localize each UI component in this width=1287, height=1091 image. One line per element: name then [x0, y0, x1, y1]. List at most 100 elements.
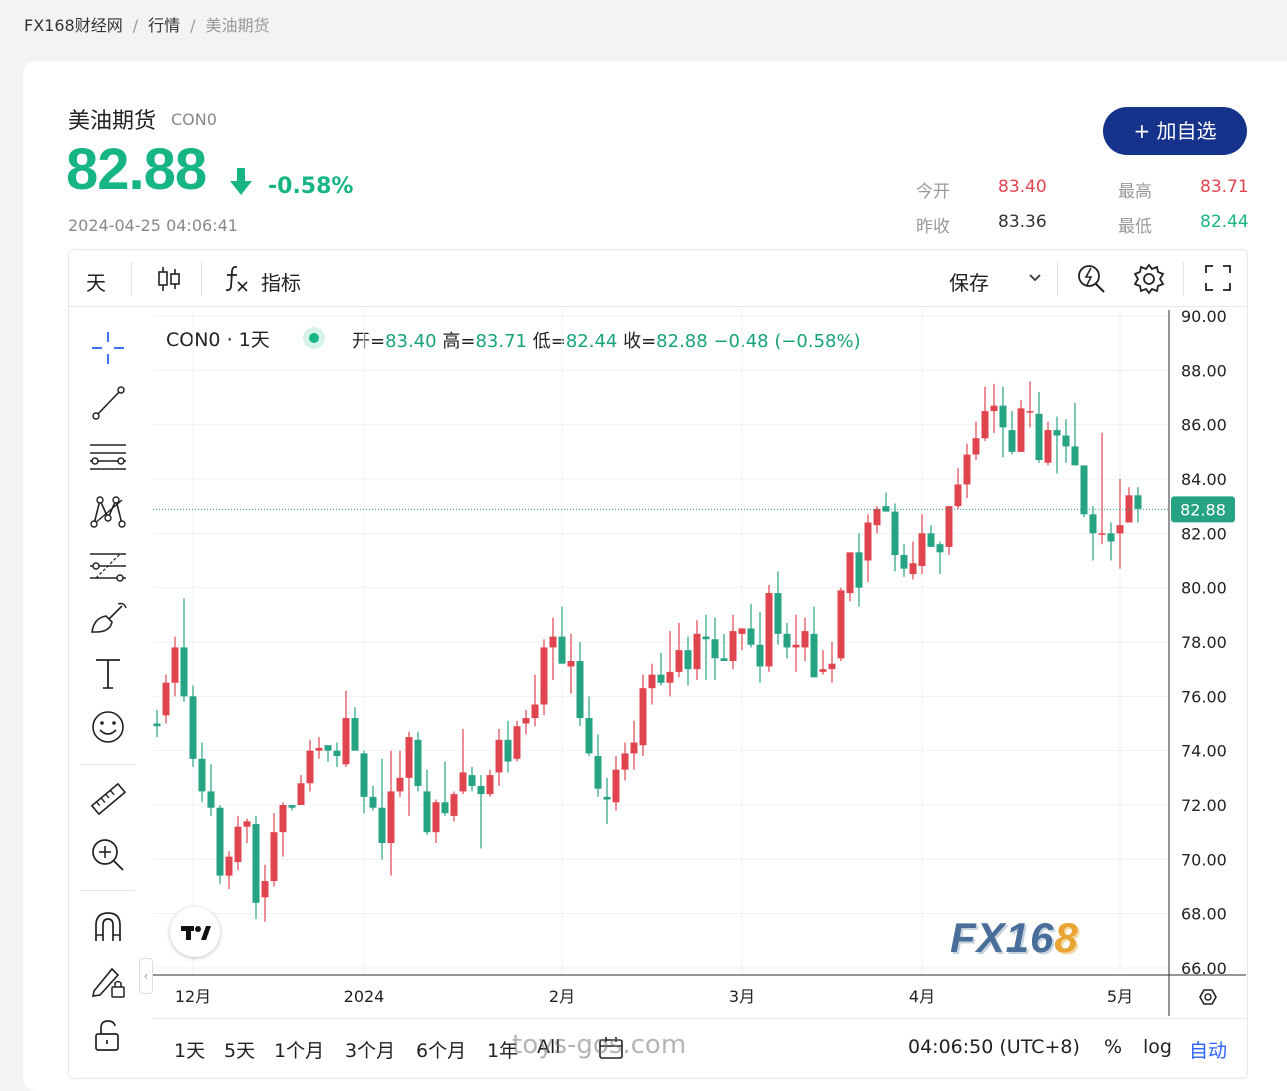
- x-tick-label: 4月: [909, 987, 935, 1006]
- x-tick-label: 12月: [175, 987, 211, 1006]
- candle: [288, 805, 296, 811]
- add-watchlist-button[interactable]: + 加自选: [1103, 107, 1247, 155]
- candle: [918, 514, 926, 575]
- tradingview-logo-icon: [181, 926, 211, 940]
- candle: [531, 674, 539, 727]
- range-1m[interactable]: 1个月: [274, 1036, 324, 1063]
- toolbar-divider: [80, 890, 135, 891]
- candle: [1107, 522, 1115, 561]
- candle: [1125, 487, 1133, 523]
- breadcrumb-home[interactable]: FX168财经网: [24, 16, 123, 35]
- x-tick-label: 5月: [1107, 987, 1133, 1006]
- range-5d[interactable]: 5天: [224, 1036, 255, 1063]
- candle: [612, 756, 620, 811]
- x-tick-label: 2024: [344, 987, 385, 1006]
- breadcrumb-market[interactable]: 行情: [148, 16, 180, 35]
- y-tick-label: 70.00: [1181, 850, 1227, 869]
- y-tick-label: 74.00: [1181, 742, 1227, 761]
- candle: [963, 443, 971, 499]
- unlock-icon[interactable]: [88, 1016, 128, 1056]
- bottom-bar-divider: [153, 1018, 1246, 1019]
- candle: [594, 734, 602, 797]
- candle: [738, 628, 746, 651]
- toolbar-divider: [131, 262, 132, 296]
- candle: [468, 766, 476, 792]
- candle: [1098, 432, 1106, 545]
- percent-scale-toggle[interactable]: %: [1104, 1036, 1122, 1058]
- candle: [432, 799, 440, 844]
- toolbar-divider-line: [69, 306, 1246, 307]
- candle: [765, 584, 773, 672]
- brush-icon[interactable]: [88, 600, 128, 640]
- candle: [306, 739, 314, 792]
- auto-scale-toggle[interactable]: 自动: [1189, 1036, 1227, 1063]
- candle: [702, 614, 710, 681]
- fx168-logo-text: FX16: [950, 914, 1055, 961]
- candle-type-icon[interactable]: [156, 265, 182, 293]
- candle: [171, 636, 179, 697]
- candle: [666, 631, 674, 697]
- magnet-icon[interactable]: [88, 907, 128, 947]
- candle: [630, 720, 638, 770]
- candle: [279, 802, 287, 857]
- range-6m[interactable]: 6个月: [416, 1036, 466, 1063]
- candle: [846, 552, 854, 602]
- toolbar-divider: [1183, 262, 1184, 296]
- indicators-button[interactable]: 指标: [261, 267, 301, 296]
- candle: [540, 639, 548, 716]
- tradingview-logo[interactable]: [170, 907, 220, 957]
- y-tick-label: 88.00: [1181, 361, 1227, 380]
- pattern-icon[interactable]: [88, 492, 128, 532]
- text-icon[interactable]: [88, 654, 128, 694]
- candle: [270, 813, 278, 887]
- crosshair-icon[interactable]: [88, 328, 128, 368]
- quote-timestamp: 2024-04-25 04:06:41: [68, 216, 238, 235]
- interval-button[interactable]: 天: [86, 267, 106, 296]
- ruler-icon[interactable]: [88, 780, 128, 820]
- horizontal-lines-icon[interactable]: [88, 437, 128, 477]
- range-1d[interactable]: 1天: [174, 1036, 205, 1063]
- candlestick-chart[interactable]: 66.0068.0070.0072.0074.0076.0078.0080.00…: [153, 310, 1246, 1016]
- clock[interactable]: 04:06:50 (UTC+8): [908, 1036, 1080, 1058]
- candle: [774, 571, 782, 645]
- chevron-down-icon[interactable]: [1027, 272, 1043, 284]
- range-3m[interactable]: 3个月: [345, 1036, 395, 1063]
- candle: [549, 617, 557, 681]
- quick-search-icon[interactable]: [1076, 262, 1108, 294]
- candle: [207, 764, 215, 816]
- candle: [1044, 421, 1052, 466]
- candle: [585, 696, 593, 757]
- axis-settings-icon[interactable]: [1199, 989, 1217, 1005]
- candle: [333, 742, 341, 767]
- candle: [1071, 402, 1079, 466]
- save-button[interactable]: 保存: [949, 267, 989, 296]
- candle: [243, 818, 251, 844]
- candle: [225, 851, 233, 890]
- fib-retracement-icon[interactable]: [88, 546, 128, 586]
- collapse-toolbar-button[interactable]: ‹: [139, 958, 153, 994]
- candle: [486, 769, 494, 797]
- gear-icon[interactable]: [1133, 263, 1165, 295]
- candle: [675, 622, 683, 678]
- axis-settings-icon-center: [1204, 993, 1212, 1001]
- trend-line-icon[interactable]: [88, 383, 128, 423]
- toolbar-divider: [201, 262, 202, 296]
- fullscreen-icon[interactable]: [1204, 264, 1232, 292]
- emoji-icon[interactable]: [88, 707, 128, 747]
- high-value: 83.71: [1200, 177, 1249, 197]
- toolbar-divider: [80, 764, 135, 765]
- candle: [810, 606, 818, 678]
- candle: [162, 674, 170, 724]
- candle: [864, 514, 872, 583]
- instrument-name: 美油期货: [68, 109, 157, 134]
- candle: [801, 617, 809, 662]
- instrument-code: CON0: [171, 110, 217, 129]
- zoom-in-icon[interactable]: [88, 834, 128, 874]
- prev-close-label: 昨收: [916, 217, 950, 237]
- lock-drawings-icon[interactable]: [88, 961, 128, 1001]
- function-icon[interactable]: [223, 263, 251, 293]
- y-tick-label: 68.00: [1181, 905, 1227, 924]
- log-scale-toggle[interactable]: log: [1143, 1036, 1172, 1058]
- candle: [981, 386, 989, 441]
- candle: [1017, 400, 1025, 452]
